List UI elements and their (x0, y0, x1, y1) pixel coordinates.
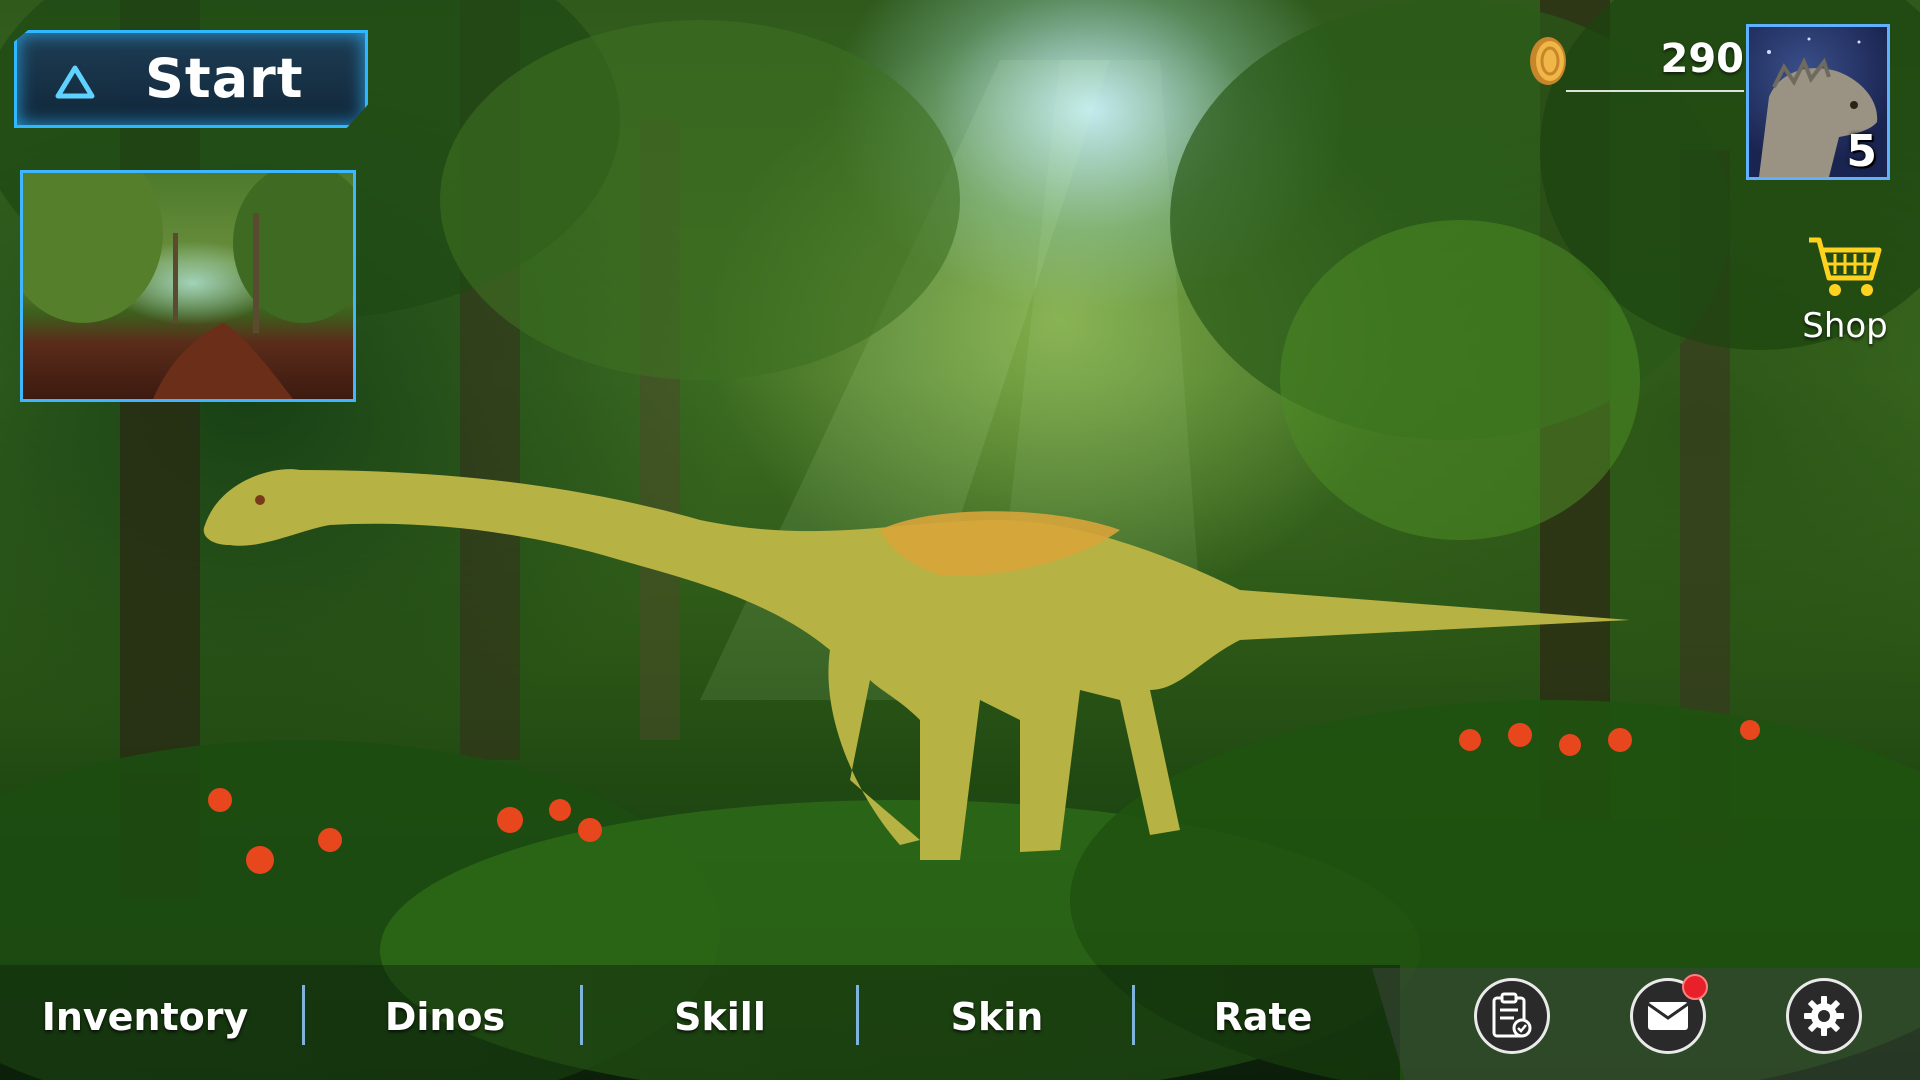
nav-separator (856, 985, 859, 1045)
mail-notification-badge (1682, 974, 1708, 1000)
gear-icon (1804, 996, 1844, 1036)
mail-icon (1647, 1002, 1689, 1030)
cart-icon (1809, 237, 1882, 296)
player-avatar[interactable]: 5 (1746, 24, 1890, 180)
start-button[interactable]: Start (14, 30, 368, 128)
nav-separator (302, 985, 305, 1045)
triangle-icon (55, 65, 95, 99)
start-button-label: Start (145, 47, 304, 110)
coin-underline (1566, 90, 1744, 92)
settings-button[interactable] (1786, 978, 1862, 1054)
clipboard-icon (1492, 992, 1532, 1038)
map-thumbnail-image (23, 173, 353, 399)
shop-label: Shop (1802, 306, 1888, 346)
nav-inventory[interactable]: Inventory (20, 972, 270, 1062)
coin-icon (1530, 37, 1566, 85)
coin-counter: 290 (1526, 30, 1744, 92)
scene-artwork (0, 0, 1920, 1080)
shop-button[interactable]: Shop (1790, 232, 1900, 348)
jungle-scene (0, 0, 1920, 1080)
nav-separator (1132, 985, 1135, 1045)
nav-skin[interactable]: Skin (872, 972, 1122, 1062)
nav-separator (580, 985, 583, 1045)
player-level: 5 (1846, 126, 1877, 177)
tasks-button[interactable] (1474, 978, 1550, 1054)
nav-rate[interactable]: Rate (1138, 972, 1388, 1062)
nav-skill[interactable]: Skill (595, 972, 845, 1062)
map-preview[interactable] (20, 170, 356, 402)
coin-amount: 290 (1660, 36, 1745, 82)
nav-dinos[interactable]: Dinos (320, 972, 570, 1062)
